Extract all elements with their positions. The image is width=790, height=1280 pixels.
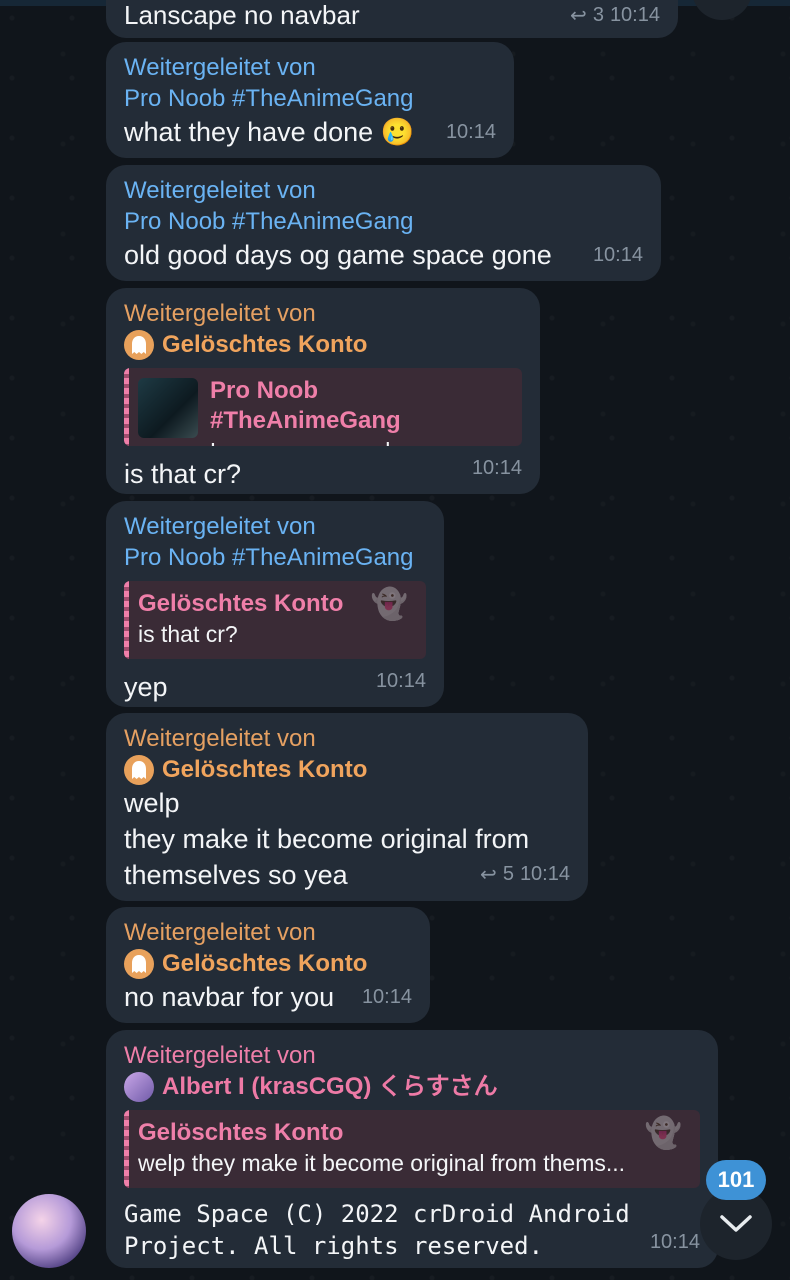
ghost-avatar-icon (124, 948, 154, 979)
sender-name: Gelöschtes Konto (162, 756, 368, 783)
message-time: 10:14 (649, 1231, 700, 1253)
user-avatar-icon (124, 1071, 154, 1102)
sender-name: Albert I (krasCGQ) くらすさん (162, 1073, 498, 1100)
message-bubble[interactable]: Weitergeleitet von Gelöschtes Konto Pro … (106, 288, 540, 494)
forward-source[interactable]: Albert I (krasCGQ) くらすさん (124, 1071, 700, 1102)
message-bubble[interactable]: Weitergeleitet von Pro Noob #TheAnimeGan… (106, 42, 514, 158)
reply-count: 3 (592, 4, 604, 26)
ghost-avatar-icon (124, 329, 154, 360)
forward-label: Weitergeleitet von (124, 1042, 316, 1069)
thumbnail-image (138, 378, 198, 438)
message-bubble[interactable]: Weitergeleitet von Albert I (krasCGQ) くら… (106, 1030, 718, 1268)
ghost-decoration-icon: 👻 (370, 588, 408, 621)
ghost-decoration-icon: 👻 (644, 1117, 682, 1150)
message-bubble[interactable]: Weitergeleitet von Pro Noob #TheAnimeGan… (106, 165, 661, 281)
reply-icon: ↩ (480, 864, 497, 886)
sender-name: Gelöschtes Konto (162, 331, 368, 358)
forward-label: Weitergeleitet von (124, 300, 316, 327)
message-time: 10:14 (361, 986, 412, 1008)
message-time: 10:14 (592, 244, 643, 266)
forward-label: Weitergeleitet von (124, 177, 316, 204)
forward-label: Weitergeleitet von (124, 919, 316, 946)
message-time: 10:14 (471, 457, 522, 479)
quote-text: is that cr? (138, 621, 238, 647)
quote-text: welp they make it become original from t… (138, 1150, 626, 1176)
reply-count: 5 (502, 863, 514, 885)
message-bubble[interactable]: Lanscape no navbar ↩ 3 10:14 (106, 0, 678, 38)
quote-title: Pro Noob #TheAnimeGang (210, 377, 401, 434)
forward-source[interactable]: Pro Noob #TheAnimeGang (124, 542, 426, 573)
message-text: Game Space (C) 2022 crDroid Android Proj… (124, 1200, 630, 1260)
forward-source[interactable]: Gelöschtes Konto (124, 948, 412, 979)
quote-text: Lanscape no navbar (210, 436, 510, 446)
chevron-down-icon (720, 1215, 752, 1232)
forward-label: Weitergeleitet von (124, 54, 316, 81)
unread-count-badge[interactable]: 101 (706, 1160, 766, 1200)
reply-quote[interactable]: 👻 Gelöschtes Konto welp they make it bec… (124, 1110, 700, 1188)
message-text: is that cr? (124, 459, 242, 489)
forward-source[interactable]: Pro Noob #TheAnimeGang (124, 83, 496, 114)
message-text: what they have done 🥲 (124, 117, 415, 147)
message-bubble[interactable]: Weitergeleitet von Gelöschtes Konto no n… (106, 907, 430, 1023)
message-time: 10:14 (375, 670, 426, 692)
message-bubble[interactable]: Weitergeleitet von Gelöschtes Konto welp… (106, 713, 588, 901)
message-time: 10:14 (609, 4, 660, 26)
forward-source[interactable]: Pro Noob #TheAnimeGang (124, 206, 643, 237)
quote-title: Gelöschtes Konto (138, 1119, 344, 1146)
ghost-avatar-icon (124, 754, 154, 785)
message-time: 10:14 (445, 121, 496, 143)
message-bubble[interactable]: Weitergeleitet von Pro Noob #TheAnimeGan… (106, 501, 444, 707)
reply-quote[interactable]: 👻 Gelöschtes Konto is that cr? (124, 581, 426, 659)
reply-quote[interactable]: Pro Noob #TheAnimeGang Lanscape no navba… (124, 368, 522, 446)
message-meta: ↩ 3 10:14 (570, 3, 660, 28)
message-time: 10:14 (519, 863, 570, 885)
forward-source[interactable]: Gelöschtes Konto (124, 329, 522, 360)
sender-avatar[interactable] (12, 1194, 86, 1268)
reply-icon: ↩ (570, 5, 587, 27)
forward-source[interactable]: Gelöschtes Konto (124, 754, 570, 785)
message-meta: ↩ 5 10:14 (480, 862, 570, 887)
message-text: old good days og game space gone (124, 240, 552, 270)
forward-label: Weitergeleitet von (124, 513, 316, 540)
forward-label: Weitergeleitet von (124, 725, 316, 752)
sender-name: Gelöschtes Konto (162, 950, 368, 977)
